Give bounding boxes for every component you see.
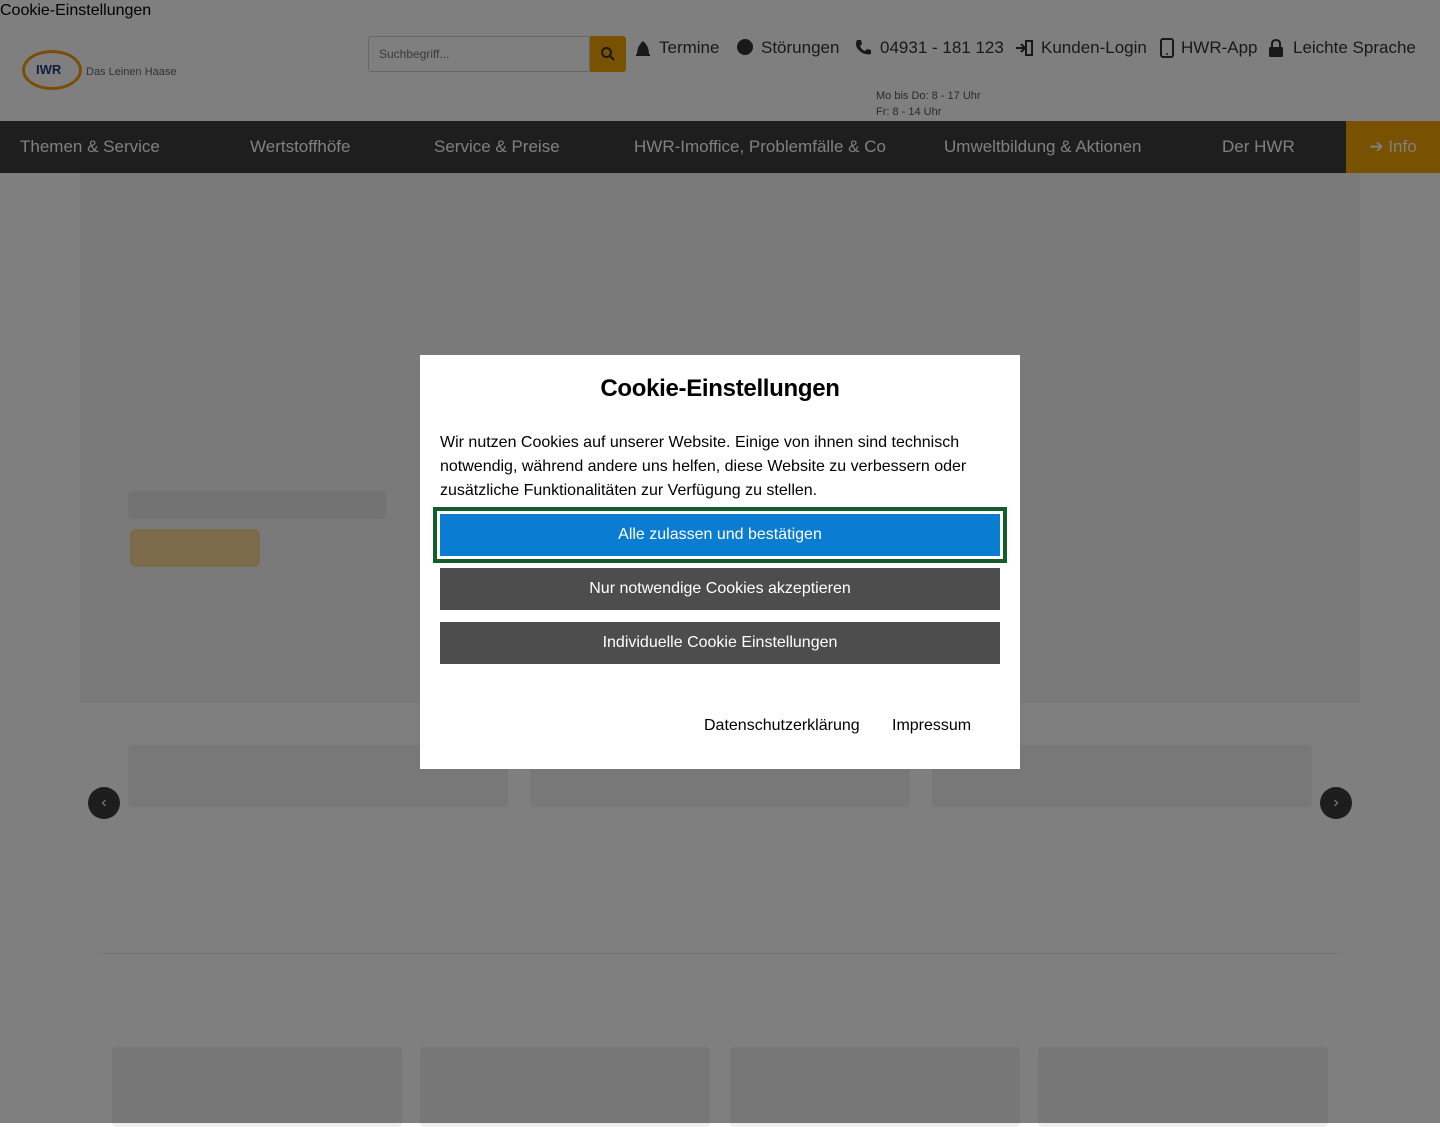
cookie-dialog-text: Wir nutzen Cookies auf unserer Website. … [440, 434, 967, 499]
imprint-link[interactable]: Impressum [892, 717, 971, 735]
individual-settings-button[interactable]: Individuelle Cookie Einstellungen [440, 622, 1000, 664]
cookie-dialog: Cookie-Einstellungen Wir nutzen Cookies … [420, 355, 1020, 769]
cookie-dialog-title: Cookie-Einstellungen [600, 375, 840, 402]
privacy-link[interactable]: Datenschutzerklärung [704, 717, 860, 735]
accept-all-button[interactable]: Alle zulassen und bestätigen [433, 507, 1007, 563]
necessary-only-button[interactable]: Nur notwendige Cookies akzeptieren [440, 568, 1000, 610]
